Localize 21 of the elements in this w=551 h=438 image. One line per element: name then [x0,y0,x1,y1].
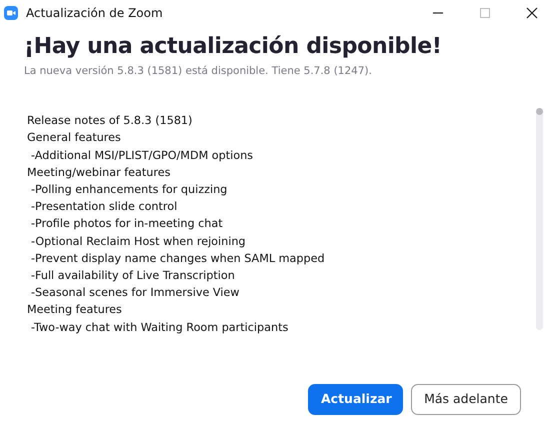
release-note-item: -Full availability of Live Transcription [30,268,236,284]
app-icon [4,6,18,20]
release-note-item: -Prevent display name changes when SAML mapped [30,250,326,267]
release-note-item: -Two-way chat with Waiting Room participants [30,320,290,336]
subtitle: La nueva versión 5.8.3 (1581) está disponible. Tiene 5.7.8 (1247). [24,64,373,80]
release-note-item: -Additional MSI/PLIST/GPO/MDM options [30,148,254,164]
release-note-item: -Presentation slide control [30,199,178,216]
release-note-heading: Meeting/webinar features [27,164,172,181]
release-note-heading: Release notes of 5.8.3 (1581) [27,113,194,130]
later-button[interactable]: Más adelante [411,384,521,416]
release-note-item: -Optional Reclaim Host when rejoining [30,234,247,250]
release-note-item: -Profile photos for in-meeting chat [30,216,224,232]
heading: ¡Hay una actualización disponible! [24,34,443,60]
close-icon[interactable] [525,6,539,20]
release-note-item: -Seasonal scenes for Immersive View [30,285,240,302]
release-note-heading: Meeting features [27,302,123,318]
release-note-item: -Polling enhancements for quizzing [30,182,228,198]
update-button[interactable]: Actualizar [308,384,403,416]
release-note-heading: General features [27,130,122,146]
scrollbar[interactable] [536,108,543,330]
window-title: Actualización de Zoom [26,4,163,22]
